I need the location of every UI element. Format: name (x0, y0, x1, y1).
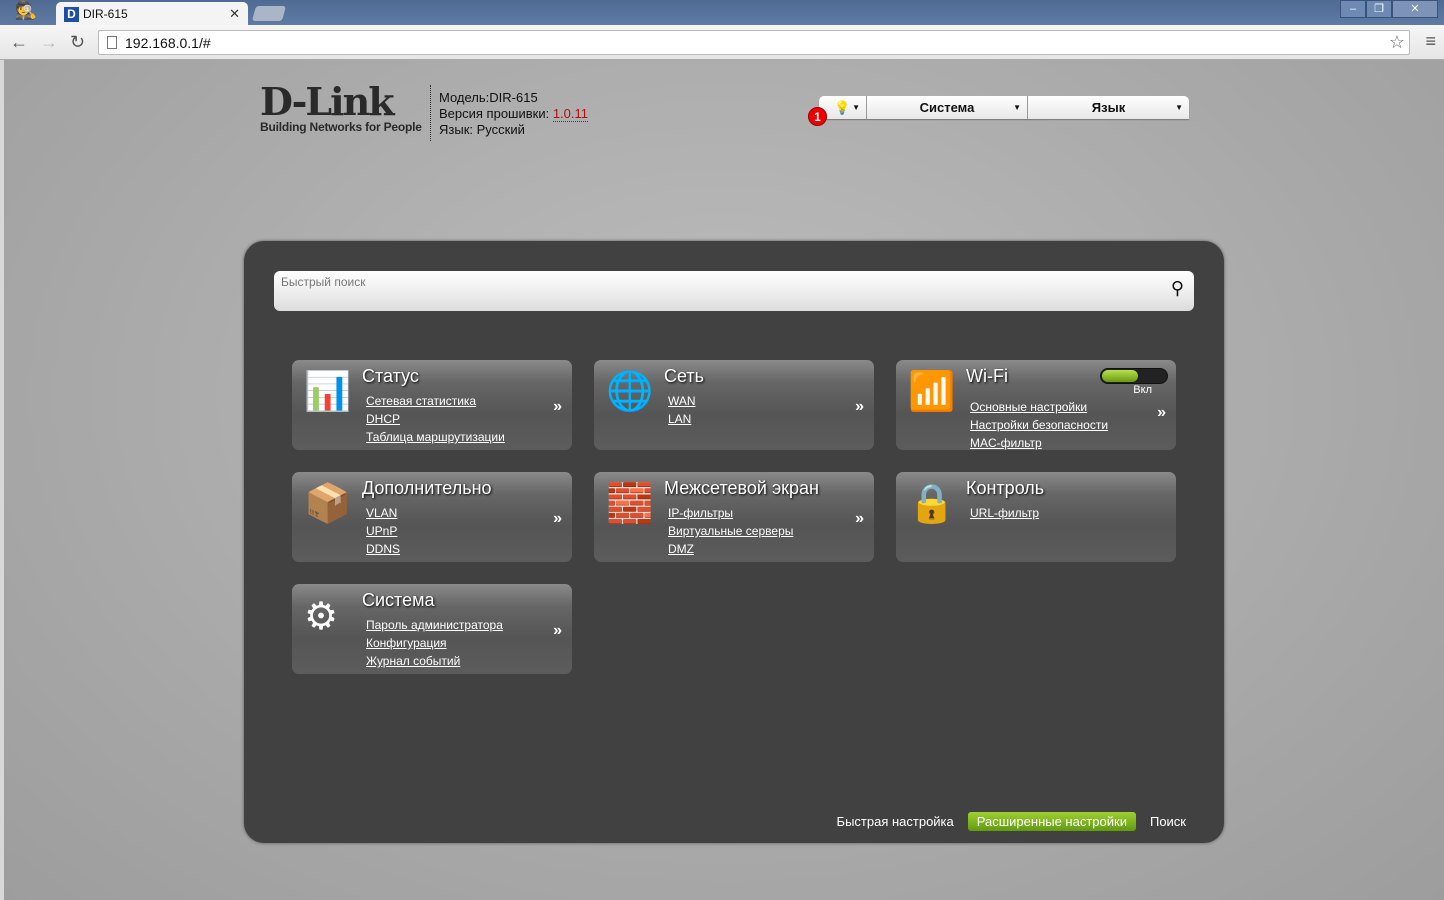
mode-switcher: Быстрая настройка Расширенные настройки … (837, 812, 1186, 831)
logo-text: D-Link (260, 79, 395, 124)
main-panel: Быстрый поиск ⚲ 📊 Статус Сетевая статисти… (244, 241, 1224, 843)
more-arrow-icon[interactable]: » (855, 398, 864, 416)
card-link[interactable]: URL-фильтр (970, 504, 1039, 522)
card-title: Сеть (664, 366, 705, 386)
wifi-icon: 📶 (908, 371, 956, 413)
card-link[interactable]: Настройки безопасности (970, 416, 1108, 434)
card-title: Система (362, 590, 435, 610)
card-wifi[interactable]: 📶 Wi-Fi Основные настройки Настройки безоп… (896, 360, 1176, 450)
search-placeholder: Быстрый поиск (281, 275, 366, 289)
close-tab-icon[interactable]: ✕ (229, 6, 240, 22)
card-link[interactable]: LAN (668, 410, 696, 428)
dlink-favicon-icon: D (64, 6, 79, 22)
restore-button[interactable]: ❐ (1366, 0, 1392, 18)
card-link[interactable]: DHCP (366, 410, 505, 428)
card-link[interactable]: Сетевая статистика (366, 392, 505, 410)
card-link[interactable]: DMZ (668, 540, 793, 558)
advanced-box-icon: 📦 (304, 483, 352, 525)
card-title: Wi-Fi (966, 366, 1008, 386)
system-gear-icon: ⚙ (304, 596, 339, 638)
device-info: Модель:DIR-615 Версия прошивки: 1.0.11 Я… (439, 90, 589, 138)
more-arrow-icon[interactable]: » (553, 622, 562, 640)
address-bar[interactable]: 192.168.0.1/# ☆ (98, 30, 1410, 55)
chevron-down-icon: ▼ (1175, 103, 1183, 112)
card-link[interactable]: Основные настройки (970, 398, 1108, 416)
advanced-settings-button[interactable]: Расширенные настройки (967, 812, 1136, 831)
wifi-toggle[interactable] (1100, 368, 1168, 384)
card-link[interactable]: Конфигурация (366, 634, 503, 652)
top-menu: 💡 ▼ Система ▼ Язык ▼ (819, 96, 1189, 119)
card-link[interactable]: Таблица маршрутизации (366, 428, 505, 446)
more-arrow-icon[interactable]: » (553, 510, 562, 528)
card-link[interactable]: Журнал событий (366, 652, 503, 670)
card-system[interactable]: ⚙ Система Пароль администратора Конфигурац… (292, 584, 572, 674)
card-link[interactable]: WAN (668, 392, 696, 410)
more-arrow-icon[interactable]: » (553, 398, 562, 416)
card-title: Контроль (966, 478, 1045, 498)
firewall-icon: 🧱 (606, 483, 654, 525)
toggle-label: Вкл (1133, 384, 1152, 396)
system-menu[interactable]: Система ▼ (867, 96, 1028, 119)
card-advanced[interactable]: 📦 Дополнительно VLAN UPnP DDNS » (292, 472, 572, 562)
back-icon[interactable]: ← (10, 32, 28, 53)
network-globe-icon: 🌐 (606, 371, 654, 413)
page-icon (107, 36, 117, 49)
new-tab-button[interactable] (251, 6, 287, 21)
search-link[interactable]: Поиск (1150, 814, 1186, 829)
tab-strip: 🕵 D DIR-615 ✕ – ❐ ✕ (0, 0, 1444, 26)
more-arrow-icon[interactable]: » (855, 510, 864, 528)
quick-setup-link[interactable]: Быстрая настройка (837, 814, 954, 829)
card-link[interactable]: IP-фильтры (668, 504, 793, 522)
model-label: Модель: (439, 90, 490, 105)
lightbulb-icon: 💡 (834, 99, 851, 115)
tab-title: DIR-615 (83, 7, 128, 21)
lock-icon: 🔒 (908, 483, 956, 525)
menu-icon[interactable]: ≡ (1425, 31, 1436, 52)
card-firewall[interactable]: 🧱 Межсетевой экран IP-фильтры Виртуальные … (594, 472, 874, 562)
forward-icon[interactable]: → (40, 32, 58, 53)
card-link[interactable]: Пароль администратора (366, 616, 503, 634)
browser-toolbar: ← → ↻ 192.168.0.1/# ☆ ≡ (0, 25, 1444, 60)
url-text: 192.168.0.1/# (125, 35, 211, 51)
toggle-fill (1102, 370, 1139, 382)
chevron-down-icon: ▼ (852, 103, 860, 112)
card-link[interactable]: VLAN (366, 504, 400, 522)
reload-icon[interactable]: ↻ (70, 32, 85, 53)
firmware-label: Версия прошивки: (439, 106, 550, 121)
language-value: Русский (476, 122, 525, 137)
quick-search-input[interactable]: Быстрый поиск ⚲ (274, 271, 1194, 311)
card-link[interactable]: DDNS (366, 540, 400, 558)
card-link[interactable]: MAC-фильтр (970, 434, 1108, 452)
card-title: Межсетевой экран (664, 478, 819, 498)
system-menu-label: Система (919, 100, 975, 115)
browser-tab[interactable]: D DIR-615 ✕ (56, 2, 248, 26)
language-menu[interactable]: Язык ▼ (1028, 96, 1189, 119)
incognito-icon: 🕵 (14, 0, 38, 20)
model-value: DIR-615 (489, 90, 538, 105)
card-title: Дополнительно (362, 478, 492, 498)
logo-tagline: Building Networks for People (260, 120, 422, 134)
search-icon[interactable]: ⚲ (1171, 278, 1184, 299)
notification-badge[interactable]: 1 (808, 107, 827, 126)
card-status[interactable]: 📊 Статус Сетевая статистика DHCP Таблица ма… (292, 360, 572, 450)
firmware-version[interactable]: 1.0.11 (552, 106, 589, 122)
dlink-logo: D-Link Building Networks for People (260, 79, 422, 135)
language-menu-label: Язык (1091, 100, 1126, 115)
bookmark-star-icon[interactable]: ☆ (1389, 32, 1405, 53)
language-label: Язык: (439, 122, 473, 137)
status-chart-icon: 📊 (304, 371, 352, 413)
card-control[interactable]: 🔒 Контроль URL-фильтр (896, 472, 1176, 562)
card-link[interactable]: Виртуальные серверы (668, 522, 793, 540)
card-link[interactable]: UPnP (366, 522, 400, 540)
card-network[interactable]: 🌐 Сеть WAN LAN » (594, 360, 874, 450)
header-divider (430, 85, 431, 141)
more-arrow-icon[interactable]: » (1157, 404, 1166, 422)
minimize-button[interactable]: – (1340, 0, 1366, 18)
close-window-button[interactable]: ✕ (1392, 0, 1438, 18)
chevron-down-icon: ▼ (1013, 103, 1021, 112)
card-title: Статус (362, 366, 419, 386)
